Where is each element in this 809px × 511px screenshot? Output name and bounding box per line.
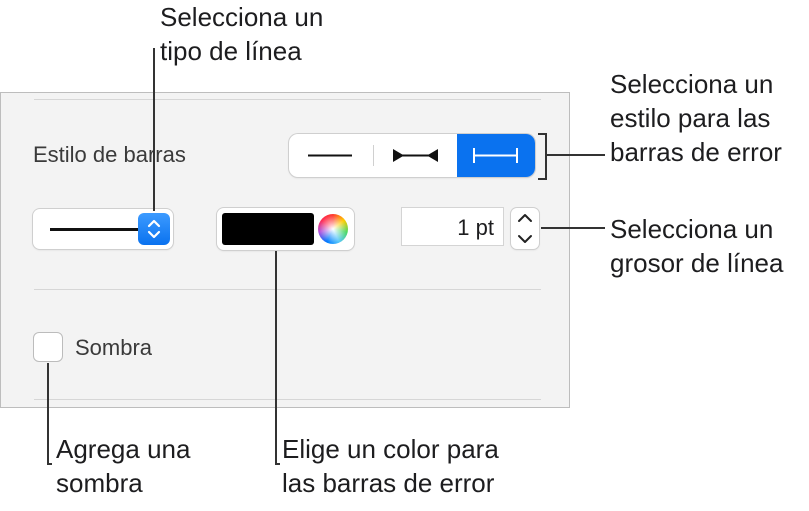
leader-line-width xyxy=(541,227,605,229)
leader-line-type xyxy=(153,48,155,211)
leader-color-tick xyxy=(275,463,280,465)
bar-style-option-capped-ends[interactable] xyxy=(457,134,535,177)
chevron-up-down-icon xyxy=(147,219,161,239)
capped-ends-line-icon xyxy=(473,148,518,163)
divider-top xyxy=(34,99,541,100)
leader-shadow-tick xyxy=(47,463,52,465)
stepper-down-button[interactable] xyxy=(511,229,539,249)
chevron-down-icon xyxy=(518,235,532,243)
line-width-stepper[interactable] xyxy=(511,208,539,249)
color-well[interactable] xyxy=(217,208,354,250)
callout-color: Elige un color para las barras de error xyxy=(282,434,499,498)
bracket-bar-style-vertical xyxy=(545,133,547,180)
line-width-field[interactable]: 1 pt xyxy=(401,207,504,246)
bar-style-segmented-control[interactable] xyxy=(289,134,535,177)
callout-line-type: Selecciona un tipo de línea xyxy=(160,2,324,66)
chevron-up-icon xyxy=(518,214,532,222)
shadow-label[interactable]: Sombra xyxy=(75,335,152,361)
callout-shadow: Agrega una sombra xyxy=(56,434,191,498)
leader-bar-style xyxy=(547,154,605,156)
line-width-value: 1 pt xyxy=(457,215,494,240)
line-style-popup[interactable] xyxy=(33,209,173,249)
callout-bar-style: Selecciona un estilo para las barras de … xyxy=(610,69,782,167)
divider-middle xyxy=(34,289,541,290)
color-wheel-icon[interactable] xyxy=(318,214,348,244)
shadow-checkbox[interactable] xyxy=(33,332,63,362)
line-only-icon xyxy=(308,154,352,157)
bar-style-option-arrow-ends[interactable] xyxy=(374,134,457,177)
leader-color xyxy=(275,251,277,464)
callout-line-width: Selecciona un grosor de línea xyxy=(610,214,784,278)
stepper-up-button[interactable] xyxy=(511,208,539,228)
bar-style-label: Estilo de barras xyxy=(33,142,186,167)
bracket-bar-style-bottom xyxy=(538,178,547,180)
popup-arrows-button[interactable] xyxy=(138,213,170,245)
color-swatch[interactable] xyxy=(222,213,314,245)
arrow-ends-line-icon xyxy=(393,149,438,162)
divider-bottom xyxy=(34,399,541,400)
bar-style-option-line-only[interactable] xyxy=(289,134,373,177)
leader-shadow xyxy=(47,363,49,464)
bracket-bar-style-top xyxy=(538,133,547,135)
